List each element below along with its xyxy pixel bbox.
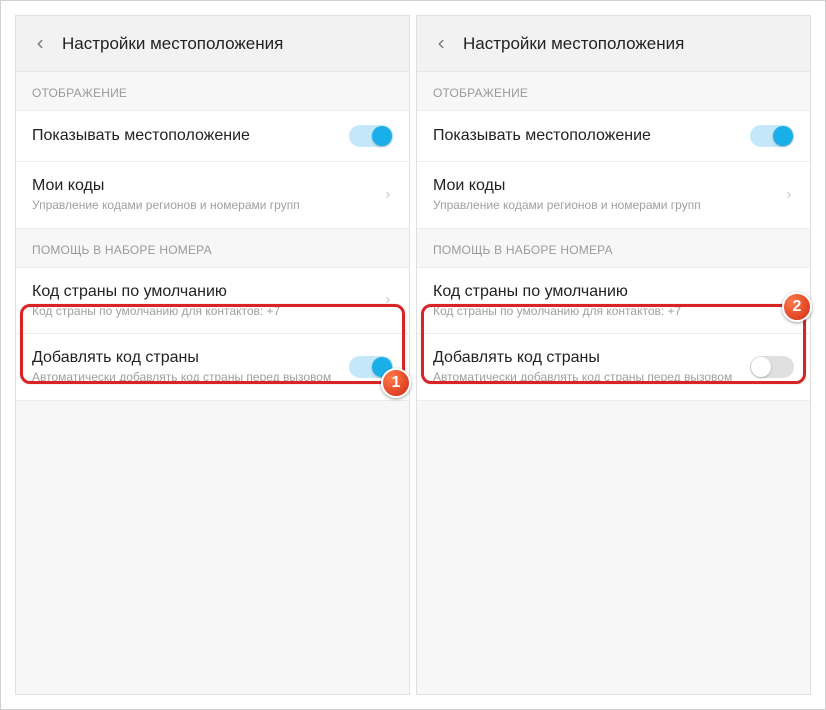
row-default-code[interactable]: Код страны по умолчанию Код страны по ум… [16,267,409,335]
row-title: Показывать местоположение [32,126,341,146]
row-title: Показывать местоположение [433,126,742,146]
titlebar: Настройки местоположения [417,16,810,72]
section-dial: ПОМОЩЬ В НАБОРЕ НОМЕРА [417,229,810,267]
row-title: Добавлять код страны [433,348,742,368]
row-subtitle: Автоматически добавлять код страны перед… [433,370,742,386]
chevron-right-icon [784,293,794,307]
row-show-location[interactable]: Показывать местоположение [16,110,409,162]
row-my-codes[interactable]: Мои коды Управление кодами регионов и но… [417,162,810,229]
row-title: Мои коды [32,176,375,196]
page-title: Настройки местоположения [463,34,684,54]
chevron-right-icon [383,188,393,202]
toggle-show-location[interactable] [750,125,794,147]
row-add-code[interactable]: Добавлять код страны Автоматически добав… [417,334,810,401]
chevron-right-icon [383,293,393,307]
row-subtitle: Управление кодами регионов и номерами гр… [433,198,776,214]
toggle-add-code[interactable] [750,356,794,378]
section-dial: ПОМОЩЬ В НАБОРЕ НОМЕРА [16,229,409,267]
row-title: Код страны по умолчанию [433,282,776,302]
row-show-location[interactable]: Показывать местоположение [417,110,810,162]
row-subtitle: Код страны по умолчанию для контактов: +… [433,304,776,320]
row-title: Добавлять код страны [32,348,341,368]
row-subtitle: Управление кодами регионов и номерами гр… [32,198,375,214]
row-add-code[interactable]: Добавлять код страны Автоматически добав… [16,334,409,401]
back-icon[interactable] [28,32,52,56]
row-my-codes[interactable]: Мои коды Управление кодами регионов и но… [16,162,409,229]
row-default-code[interactable]: Код страны по умолчанию Код страны по ум… [417,267,810,335]
chevron-right-icon [784,188,794,202]
toggle-show-location[interactable] [349,125,393,147]
row-subtitle: Автоматически добавлять код страны перед… [32,370,341,386]
section-display: ОТОБРАЖЕНИЕ [417,72,810,110]
row-title: Мои коды [433,176,776,196]
back-icon[interactable] [429,32,453,56]
phone-screen-2: Настройки местоположения ОТОБРАЖЕНИЕ Пок… [416,15,811,695]
section-display: ОТОБРАЖЕНИЕ [16,72,409,110]
page-title: Настройки местоположения [62,34,283,54]
phone-screen-1: Настройки местоположения ОТОБРАЖЕНИЕ Пок… [15,15,410,695]
toggle-add-code[interactable] [349,356,393,378]
titlebar: Настройки местоположения [16,16,409,72]
row-title: Код страны по умолчанию [32,282,375,302]
row-subtitle: Код страны по умолчанию для контактов: +… [32,304,375,320]
